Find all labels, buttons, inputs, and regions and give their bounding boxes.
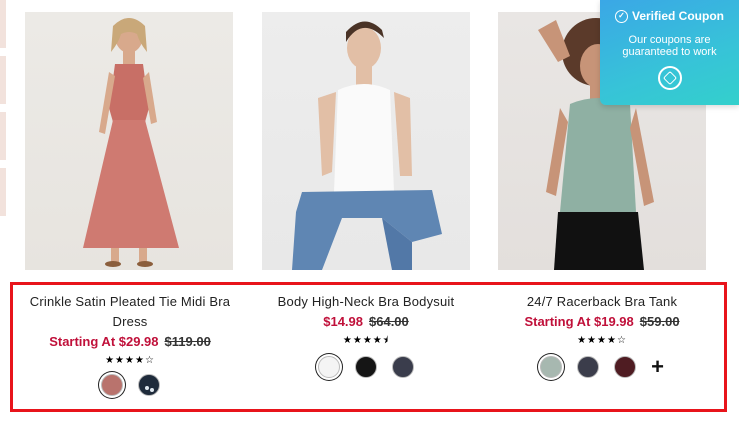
product-card: Body High-Neck Bra Bodysuit $14.98 $64.00… (248, 292, 484, 378)
original-price: $64.00 (369, 314, 409, 329)
left-edge-thumbnails (0, 0, 6, 220)
star-rating[interactable]: ★★★★☆ (484, 334, 720, 348)
product-title[interactable]: Body High-Neck Bra Bodysuit (260, 292, 472, 312)
color-swatches (12, 374, 248, 396)
edge-thumbnail (0, 168, 6, 216)
coupon-header: ✓ Verified Coupon (600, 9, 739, 23)
check-circle-icon: ✓ (614, 9, 628, 23)
color-swatch-rose[interactable] (100, 374, 123, 396)
color-swatches (248, 356, 484, 378)
sale-price: Starting At $29.98 (49, 334, 159, 349)
color-swatch-burgundy[interactable] (614, 356, 637, 378)
product-title[interactable]: Crinkle Satin Pleated Tie Midi Bra Dress (24, 292, 236, 332)
product-image-bodysuit[interactable] (262, 12, 470, 270)
edge-thumbnail (0, 112, 6, 160)
edge-thumbnail (0, 0, 6, 48)
more-colors-plus-icon[interactable]: + (651, 356, 664, 378)
coupon-logo-icon[interactable] (657, 66, 682, 90)
product-price-row: $14.98 $64.00 (248, 313, 484, 331)
original-price: $119.00 (164, 334, 211, 349)
star-rating[interactable]: ★★★★☆ (12, 354, 248, 368)
color-swatch-navy-print[interactable] (137, 374, 160, 396)
color-swatch-black[interactable] (355, 356, 377, 378)
product-card: 24/7 Racerback Bra Tank Starting At $19.… (484, 292, 720, 378)
color-swatch-charcoal[interactable] (577, 356, 600, 378)
product-image-crinkle-dress[interactable] (25, 12, 233, 270)
star-rating[interactable]: ★★★★⯨ (248, 334, 484, 348)
sale-price: $14.98 (323, 314, 363, 329)
verified-coupon-widget[interactable]: ✓ Verified Coupon Our coupons are guaran… (600, 0, 739, 105)
color-swatches: + (484, 356, 720, 378)
coupon-title: Verified Coupon (631, 9, 724, 23)
original-price: $59.00 (639, 314, 680, 329)
coupon-subtitle: Our coupons are guaranteed to work (622, 34, 717, 58)
product-card: Crinkle Satin Pleated Tie Midi Bra Dress… (12, 292, 248, 396)
product-price-row: Starting At $19.98 $59.00 (484, 313, 720, 331)
color-swatch-sage[interactable] (540, 356, 563, 378)
color-swatch-white[interactable] (318, 356, 340, 378)
product-price-row: Starting At $29.98 $119.00 (12, 333, 248, 351)
product-title[interactable]: 24/7 Racerback Bra Tank (496, 292, 708, 312)
color-swatch-charcoal[interactable] (392, 356, 414, 378)
edge-thumbnail (0, 56, 6, 104)
sale-price: Starting At $19.98 (524, 314, 634, 329)
